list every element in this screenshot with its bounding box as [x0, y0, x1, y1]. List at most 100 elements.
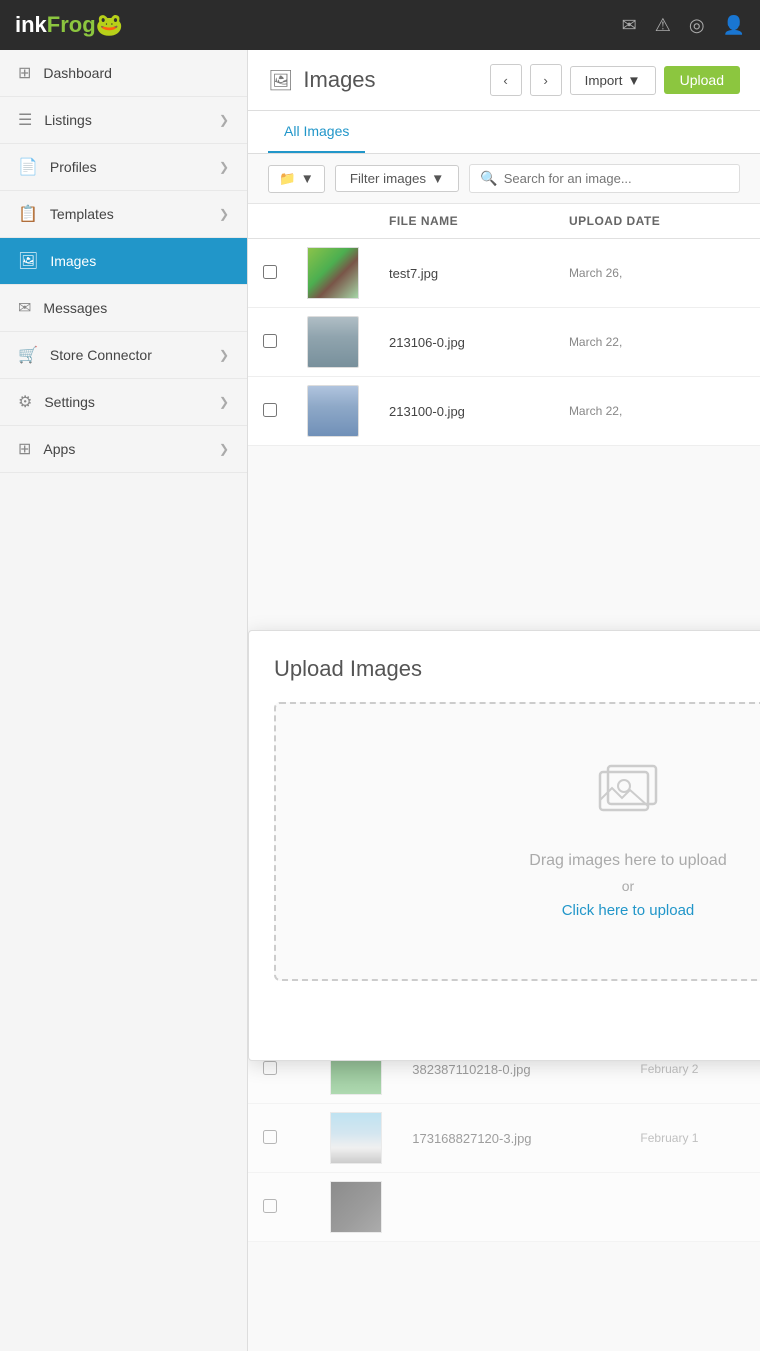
or-text: or	[296, 878, 760, 894]
thumbnail	[307, 247, 359, 299]
row-checkbox[interactable]	[263, 265, 277, 279]
upload-image-icon	[296, 764, 760, 832]
col-thumb	[292, 204, 374, 239]
sidebar-label-messages: Messages	[43, 300, 107, 316]
images-page-icon: 🖼	[268, 68, 293, 93]
filename-cell: 213100-0.jpg	[374, 377, 554, 446]
prev-button[interactable]: ‹	[490, 64, 522, 96]
sidebar-item-profiles[interactable]: 📄 Profiles ❯	[0, 144, 247, 191]
import-label: Import	[585, 73, 623, 88]
next-button[interactable]: ›	[530, 64, 562, 96]
images-table: FILE NAME UPLOAD DATE test7.jpg March 26…	[248, 204, 760, 446]
sidebar-item-templates[interactable]: 📋 Templates ❯	[0, 191, 247, 238]
import-button[interactable]: Import ▼	[570, 66, 656, 95]
logo[interactable]: inkFrog🐸	[15, 12, 123, 38]
upload-button[interactable]: Upload	[664, 66, 740, 94]
row-checkbox[interactable]	[263, 403, 277, 417]
sidebar-item-listings[interactable]: ☰ Listings ❯	[0, 97, 247, 144]
row-checkbox[interactable]	[263, 334, 277, 348]
search-input[interactable]	[504, 171, 729, 186]
tab-all-images[interactable]: All Images	[268, 111, 365, 153]
toolbar: 📁 ▼ Filter images ▼ 🔍	[248, 154, 760, 204]
table-row: 213106-0.jpg March 22,	[248, 308, 760, 377]
header-nav: ‹ › Import ▼ Upload	[490, 64, 740, 96]
date-cell: March 22,	[554, 377, 760, 446]
tabs-bar: All Images	[248, 111, 760, 154]
search-icon: 🔍	[480, 170, 497, 187]
drag-text: Drag images here to upload	[296, 852, 760, 870]
filter-dropdown-icon: ▼	[431, 171, 444, 186]
sidebar-item-settings[interactable]: ⚙ Settings ❯	[0, 379, 247, 426]
click-to-upload-link[interactable]: Click here to upload	[562, 902, 695, 919]
sidebar-item-dashboard[interactable]: ⊞ Dashboard	[0, 50, 247, 97]
thumbnail	[330, 1181, 382, 1233]
modal-footer: Close	[274, 1001, 760, 1035]
apps-icon: ⊞	[18, 439, 31, 459]
document-icon: 📄	[18, 157, 38, 177]
list-icon: ☰	[18, 110, 32, 130]
envelope-icon: ✉	[18, 298, 31, 318]
table-row: 213100-0.jpg March 22,	[248, 377, 760, 446]
folder-dropdown-icon: ▼	[301, 171, 314, 186]
topnav: inkFrog🐸 ✉ ⚠ ◎ 👤	[0, 0, 760, 50]
search-box[interactable]: 🔍	[469, 164, 740, 193]
row-checkbox[interactable]	[263, 1199, 277, 1213]
col-checkbox	[248, 204, 292, 239]
chevron-icon: ❯	[219, 442, 229, 456]
row-checkbox[interactable]	[263, 1130, 277, 1144]
gear-icon: ⚙	[18, 392, 32, 412]
mail-icon[interactable]: ✉	[622, 15, 637, 36]
sidebar-item-store-connector[interactable]: 🛒 Store Connector ❯	[0, 332, 247, 379]
chevron-icon: ❯	[219, 207, 229, 221]
row-checkbox[interactable]	[263, 1061, 277, 1075]
upload-dropzone[interactable]: Drag images here to upload or Click here…	[274, 702, 760, 981]
folder-button[interactable]: 📁 ▼	[268, 165, 325, 193]
image-icon: 🖼	[18, 251, 38, 271]
table-row	[248, 1173, 760, 1242]
date-cell: March 26,	[554, 239, 760, 308]
filename-cell: 173168827120-3.jpg	[397, 1104, 625, 1173]
thumbnail	[307, 316, 359, 368]
table-row: 173168827120-3.jpg February 1	[248, 1104, 760, 1173]
sidebar-label-apps: Apps	[43, 441, 75, 457]
sidebar-label-settings: Settings	[44, 394, 95, 410]
sidebar-label-dashboard: Dashboard	[43, 65, 112, 81]
user-icon[interactable]: 👤	[723, 15, 745, 36]
file-icon: 📋	[18, 204, 38, 224]
date-cell: March 22,	[554, 308, 760, 377]
sidebar-item-messages[interactable]: ✉ Messages	[0, 285, 247, 332]
filename-cell	[397, 1173, 625, 1242]
date-cell	[625, 1173, 760, 1242]
sidebar-label-store-connector: Store Connector	[50, 347, 152, 363]
logo-accent: Frog	[47, 12, 96, 37]
page-title-area: 🖼 Images	[268, 67, 376, 93]
thumbnail	[330, 1112, 382, 1164]
table-row: test7.jpg March 26,	[248, 239, 760, 308]
table-body: test7.jpg March 26, 213106-0.jpg March 2…	[248, 239, 760, 446]
sidebar-item-apps[interactable]: ⊞ Apps ❯	[0, 426, 247, 473]
sidebar: ⊞ Dashboard ☰ Listings ❯ 📄 Profiles ❯ 📋 …	[0, 50, 248, 1351]
import-dropdown-icon: ▼	[627, 73, 640, 88]
grid-icon: ⊞	[18, 63, 31, 83]
col-filename: FILE NAME	[374, 204, 554, 239]
chevron-icon: ❯	[219, 395, 229, 409]
page-title: Images	[303, 67, 375, 93]
filename-cell: test7.jpg	[374, 239, 554, 308]
cart-icon: 🛒	[18, 345, 38, 365]
chevron-icon: ❯	[219, 160, 229, 174]
date-cell: February 1	[625, 1104, 760, 1173]
upload-modal: Upload Images Drag images here to upload…	[248, 630, 760, 1061]
warning-icon[interactable]: ⚠	[655, 15, 671, 36]
help-icon[interactable]: ◎	[689, 15, 705, 36]
thumbnail	[307, 385, 359, 437]
folder-icon: 📁	[279, 171, 296, 187]
page-header: 🖼 Images ‹ › Import ▼ Upload	[248, 50, 760, 111]
sidebar-label-templates: Templates	[50, 206, 114, 222]
sidebar-item-images[interactable]: 🖼 Images	[0, 238, 247, 285]
modal-title: Upload Images	[274, 656, 760, 682]
col-upload-date: UPLOAD DATE	[554, 204, 760, 239]
filename-cell: 213106-0.jpg	[374, 308, 554, 377]
sidebar-label-profiles: Profiles	[50, 159, 97, 175]
layout: ⊞ Dashboard ☰ Listings ❯ 📄 Profiles ❯ 📋 …	[0, 50, 760, 1351]
filter-button[interactable]: Filter images ▼	[335, 165, 460, 192]
